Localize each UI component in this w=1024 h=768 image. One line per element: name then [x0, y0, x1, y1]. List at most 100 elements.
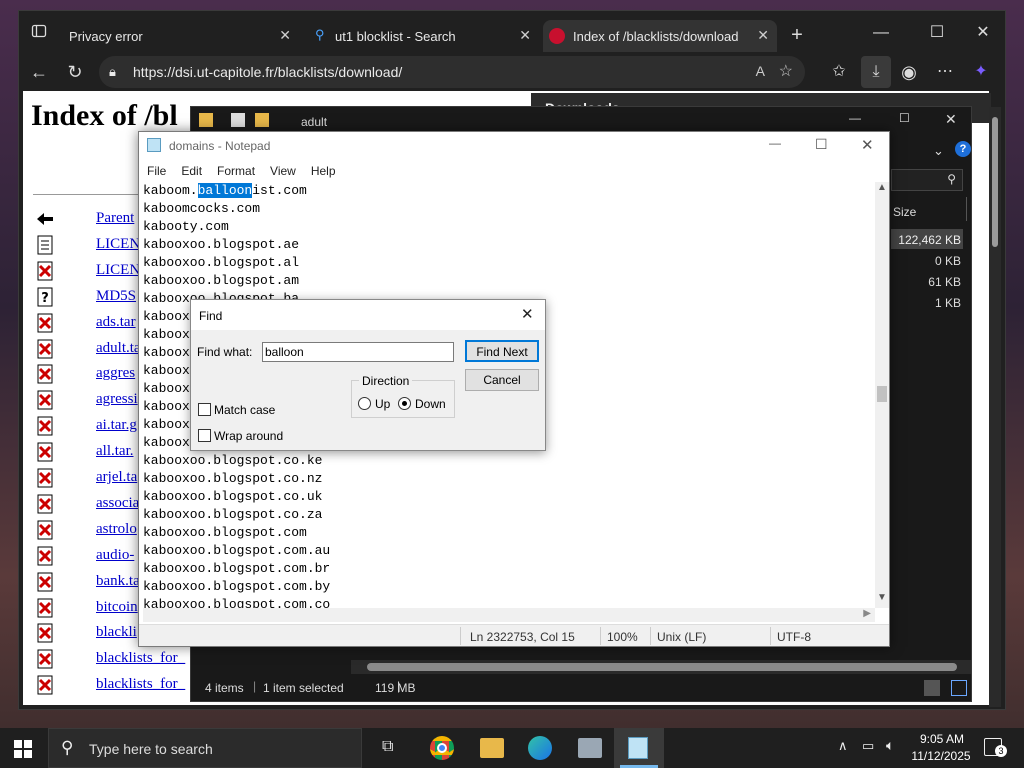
file-link[interactable]: LICEN [96, 236, 140, 253]
new-tab-icon[interactable]: + [785, 23, 809, 47]
status-size: 119 MB [375, 681, 416, 695]
scroll-thumb[interactable] [877, 386, 887, 402]
file-link[interactable]: Parent [96, 210, 134, 227]
menu-view[interactable]: View [270, 164, 296, 178]
back-icon[interactable]: ← [27, 60, 51, 84]
properties-icon[interactable] [231, 113, 245, 127]
tab-privacy-error[interactable]: Privacy error ✕ [59, 20, 299, 52]
wrap-around-label: Wrap around [214, 429, 284, 443]
help-icon[interactable]: ? [955, 141, 971, 157]
vertical-scrollbar[interactable]: ▲ ▼ [875, 182, 889, 608]
browser-scrollbar[interactable] [989, 107, 1001, 707]
edge-icon[interactable] [528, 736, 552, 760]
chrome-icon[interactable] [430, 736, 454, 760]
taskbar-search[interactable]: ⚲ Type here to search [48, 728, 362, 768]
close-icon[interactable]: ✕ [757, 27, 769, 44]
find-next-button[interactable]: Find Next [465, 340, 539, 362]
clock-time[interactable]: 9:05 AM [912, 732, 972, 746]
close-icon[interactable]: ✕ [279, 27, 291, 44]
profile-avatar-icon[interactable]: ◉ [897, 60, 921, 84]
menu-help[interactable]: Help [311, 164, 336, 178]
refresh-icon[interactable]: ↻ [63, 60, 87, 84]
site-favicon-icon [549, 28, 565, 44]
file-link[interactable]: all.tar. [96, 443, 134, 460]
taskbar: ⚲ Type here to search ⧉ ∧ ▭ 🔈︎ 9:05 AM 1… [0, 728, 1024, 768]
minimize-icon[interactable]: — [769, 136, 781, 150]
scroll-down-icon[interactable]: ▼ [877, 592, 887, 603]
menu-edit[interactable]: Edit [181, 164, 202, 178]
direction-down-radio[interactable] [398, 397, 411, 410]
find-what-input[interactable] [262, 342, 454, 362]
status-separator: | [253, 679, 257, 693]
file-link[interactable]: bitcoin [96, 599, 138, 616]
chevron-down-icon[interactable]: ⌄ [933, 143, 944, 159]
network-icon[interactable]: ▭ [862, 738, 874, 754]
control-panel-icon[interactable] [578, 738, 602, 758]
notepad-taskbar-item[interactable] [614, 728, 664, 768]
file-link[interactable]: associa [96, 495, 139, 512]
file-link[interactable]: ads.tar [96, 314, 136, 331]
tab-search[interactable]: ⚲ ut1 blocklist - Search ✕ [305, 20, 539, 52]
text-line: kabooxoo.blogspot.co.ke [143, 453, 323, 468]
tab-actions-icon[interactable] [27, 23, 51, 47]
horizontal-scrollbar[interactable]: ▶ [143, 608, 875, 622]
close-window-icon[interactable]: ✕ [971, 21, 995, 45]
menu-file[interactable]: File [147, 164, 166, 178]
tiles-view-icon[interactable] [951, 680, 967, 696]
favorite-star-icon[interactable]: ☆ [779, 61, 793, 81]
file-explorer-icon[interactable] [480, 738, 504, 758]
read-aloud-icon[interactable]: A [756, 63, 765, 79]
volume-icon[interactable]: 🔈︎ [886, 737, 894, 754]
windows-start-icon[interactable] [14, 740, 32, 758]
file-link[interactable]: blacklists_for_ [96, 676, 185, 693]
close-icon[interactable]: ✕ [521, 305, 534, 323]
direction-up-radio[interactable] [358, 397, 371, 410]
window-title: domains - Notepad [169, 139, 271, 153]
match-case-checkbox[interactable] [198, 403, 211, 416]
maximize-icon[interactable]: ☐ [815, 136, 828, 153]
tab-index-download[interactable]: Index of /blacklists/download ✕ [543, 20, 777, 52]
cancel-button[interactable]: Cancel [465, 369, 539, 391]
details-view-icon[interactable] [924, 680, 940, 696]
binary-file-icon [35, 494, 55, 514]
close-icon[interactable]: ✕ [861, 136, 874, 154]
file-link[interactable]: arjel.ta [96, 469, 137, 486]
file-link[interactable]: audio- [96, 547, 134, 564]
notification-icon[interactable]: 3 [984, 738, 1007, 757]
close-icon[interactable]: ✕ [945, 111, 957, 128]
scroll-up-icon[interactable]: ▲ [877, 182, 887, 193]
more-menu-icon[interactable]: ⋯ [933, 60, 957, 84]
close-icon[interactable]: ✕ [519, 27, 531, 44]
file-link[interactable]: ai.tar.g [96, 417, 137, 434]
scroll-thumb[interactable] [992, 117, 998, 247]
minimize-icon[interactable]: — [869, 21, 893, 45]
clock-date[interactable]: 11/12/2025 [908, 749, 974, 763]
address-bar[interactable]: 🔒︎ https://dsi.ut-capitole.fr/blacklists… [99, 56, 805, 88]
task-view-icon[interactable]: ⧉ [382, 738, 393, 756]
file-link[interactable]: agressi [96, 391, 138, 408]
maximize-icon[interactable]: ☐ [925, 21, 949, 45]
copilot-icon[interactable]: ✦ [969, 60, 993, 84]
file-link[interactable]: aggres [96, 365, 135, 382]
horizontal-scrollbar[interactable] [351, 660, 971, 674]
downloads-icon[interactable]: ⤓ [861, 56, 891, 88]
file-link[interactable]: MD5S [96, 288, 136, 305]
file-link[interactable]: astrolo [96, 521, 137, 538]
minimize-icon[interactable]: — [849, 111, 861, 125]
chevron-up-icon[interactable]: ∧ [838, 738, 848, 754]
text-line: kabooxoo.blogspot.co.nz [143, 471, 323, 486]
file-link[interactable]: blacklists_for_ [96, 650, 185, 667]
new-folder-icon[interactable] [255, 113, 269, 127]
maximize-icon[interactable]: ☐ [899, 111, 910, 125]
file-link[interactable]: LICEN [96, 262, 140, 279]
column-header-size[interactable]: Size [893, 205, 916, 219]
file-link[interactable]: blackli [96, 624, 137, 641]
scroll-right-icon[interactable]: ▶ [863, 608, 871, 619]
menu-format[interactable]: Format [217, 164, 255, 178]
favorites-icon[interactable]: ✩ [827, 60, 851, 84]
search-box[interactable]: ⚲ [891, 169, 963, 191]
file-link[interactable]: adult.ta [96, 340, 141, 357]
scroll-thumb[interactable] [367, 663, 957, 671]
file-link[interactable]: bank.ta [96, 573, 140, 590]
wrap-around-checkbox[interactable] [198, 429, 211, 442]
